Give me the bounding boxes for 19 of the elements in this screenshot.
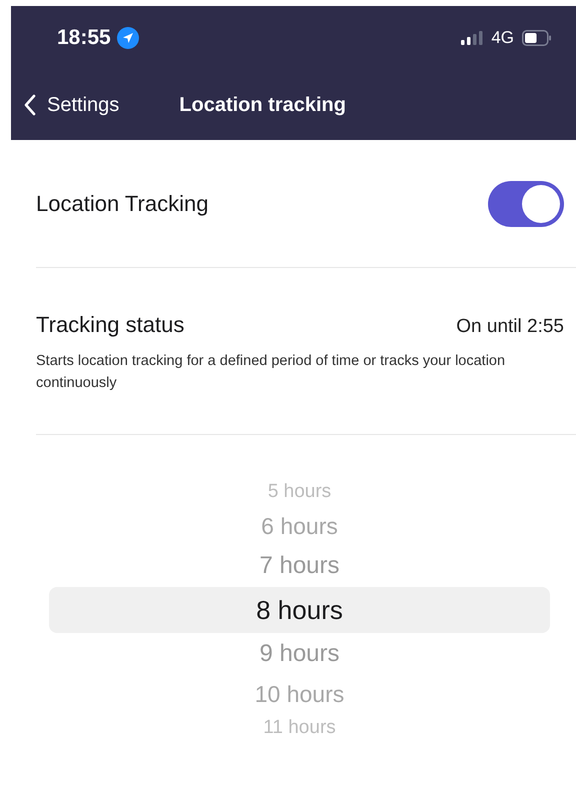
picker-option[interactable]: 7 hours: [49, 545, 550, 587]
picker-option[interactable]: 8 hours: [49, 587, 550, 633]
setting-label: Tracking status: [36, 312, 184, 338]
description-text: Starts location tracking for a defined period of time or tracks your location continuously: [36, 352, 506, 393]
toggle-switch[interactable]: [488, 180, 564, 226]
battery-icon: [522, 30, 552, 46]
screen-title: Location tracking: [179, 94, 346, 116]
status-value: On until 2:55: [456, 316, 564, 338]
picker-option[interactable]: 11 hours: [49, 713, 550, 743]
network-type: 4G: [491, 28, 514, 48]
back-button[interactable]: Settings: [23, 94, 120, 116]
picker-option[interactable]: 9 hours: [49, 633, 550, 675]
signal-icon: [461, 30, 484, 46]
clock-time: 18:55: [57, 26, 111, 50]
picker-option[interactable]: 10 hours: [49, 675, 550, 713]
setting-label: Location Tracking: [36, 190, 208, 216]
picker-option[interactable]: 6 hours: [49, 507, 550, 545]
chevron-left-icon: [23, 94, 37, 116]
picker-option[interactable]: 5 hours: [49, 477, 550, 507]
